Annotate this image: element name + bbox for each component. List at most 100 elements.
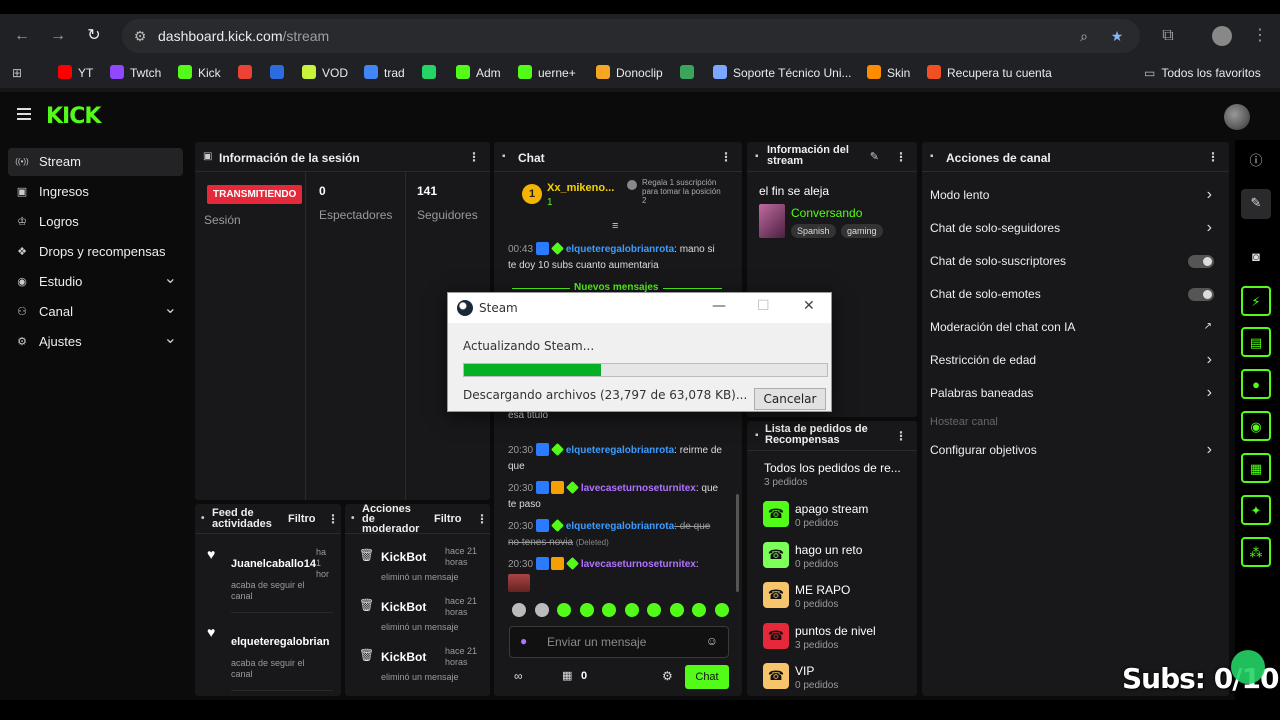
chat-bubble-icon[interactable]: ● <box>1241 369 1271 399</box>
emote-icon[interactable] <box>557 603 571 617</box>
chat-username[interactable]: lavecaseturnoseturnitex <box>581 483 696 494</box>
microphone-icon[interactable]: ● <box>520 634 527 648</box>
bookmark-item[interactable]: Donoclip <box>596 65 663 81</box>
bookmark-item[interactable]: Soporte Técnico Uni... <box>713 65 852 81</box>
all-favorites-folder[interactable]: ▭ Todos los favoritos <box>1144 65 1261 81</box>
toggle-switch[interactable] <box>1188 288 1214 301</box>
moderator-name[interactable]: KickBot <box>381 550 426 564</box>
notes-icon[interactable]: ▤ <box>1241 327 1271 357</box>
activity-filter-button[interactable]: Filtro <box>288 513 316 525</box>
wrench-icon[interactable]: ✦ <box>1241 495 1271 525</box>
address-bar[interactable]: ⚙ dashboard.kick.com/stream ⌕ ★ <box>122 19 1140 53</box>
shapes-icon[interactable]: ⁂ <box>1241 537 1271 567</box>
send-chat-button[interactable]: Chat <box>685 665 729 689</box>
more-options-icon[interactable]: ⋮ <box>895 429 907 443</box>
emote-icon[interactable] <box>602 603 616 617</box>
back-icon[interactable]: ← <box>12 26 32 46</box>
sidebar-item-ingresos[interactable]: ▣ Ingresos <box>8 178 183 206</box>
chat-scrollbar[interactable] <box>736 494 739 592</box>
emote-icon[interactable] <box>714 603 729 617</box>
steam-cancel-button[interactable]: Cancelar <box>754 388 826 410</box>
bookmark-item[interactable]: VOD <box>302 65 348 81</box>
chat-username[interactable]: lavecaseturnoseturnitex <box>581 559 696 570</box>
chat-username[interactable]: elqueteregalobrianrota <box>566 244 674 255</box>
menu-icon[interactable] <box>17 108 31 120</box>
lightning-icon[interactable]: ⚡ <box>1241 286 1271 316</box>
site-info-icon[interactable]: ⚙ <box>130 26 150 46</box>
bookmark-item[interactable]: Skin <box>867 65 910 81</box>
community-icon[interactable]: ∞ <box>514 669 523 683</box>
category-name[interactable]: Conversando <box>791 206 862 220</box>
chat-username[interactable]: elqueteregalobrianrota <box>566 521 674 532</box>
search-icon[interactable]: ⌕ <box>1074 26 1094 46</box>
category-thumbnail[interactable] <box>759 204 785 238</box>
bookmark-item[interactable] <box>238 65 258 81</box>
emote-icon[interactable] <box>669 603 684 617</box>
mod-filter-button[interactable]: Filtro <box>434 513 462 525</box>
layout-icon[interactable]: ▦ <box>1241 453 1271 483</box>
moderator-name[interactable]: KickBot <box>381 650 426 664</box>
emote-icon[interactable] <box>692 603 706 617</box>
sidebar-item-ajustes[interactable]: ⚙ Ajustes ⌄ <box>8 328 183 356</box>
bookmark-item[interactable] <box>270 65 290 81</box>
channel-action-moderaci-n-del-chat-con-ia[interactable]: Moderación del chat con IA ↗ <box>930 315 1220 339</box>
bookmark-item[interactable]: Twtch <box>110 65 161 81</box>
sidebar-item-logros[interactable]: ♔ Logros <box>8 208 183 236</box>
info-icon[interactable]: ⓘ <box>1241 147 1271 177</box>
more-options-icon[interactable]: ⋮ <box>895 150 907 164</box>
minimize-icon[interactable]: — <box>712 298 726 314</box>
user-avatar[interactable] <box>1224 104 1250 130</box>
channel-action-chat-de-solo-emotes[interactable]: Chat de solo-emotes <box>930 282 1220 306</box>
reward-name[interactable]: VIP <box>795 664 814 678</box>
bookmark-item[interactable]: Kick <box>178 65 221 81</box>
reward-name[interactable]: apago stream <box>795 502 868 516</box>
more-options-icon[interactable]: ⋮ <box>327 512 339 526</box>
emote-icon[interactable] <box>624 603 639 617</box>
kick-logo[interactable]: KICK <box>46 104 101 129</box>
toggle-switch[interactable] <box>1188 255 1214 268</box>
bookmark-item[interactable]: Adm <box>456 65 501 81</box>
bookmark-item[interactable]: Recupera tu cuenta <box>927 65 1052 81</box>
reload-icon[interactable]: ↻ <box>84 26 104 46</box>
chat-input[interactable]: ● Enviar un mensaje ☺ <box>509 626 729 658</box>
edit-pencil-icon[interactable]: ✎ <box>870 150 879 163</box>
reward-name[interactable]: hago un reto <box>795 543 862 557</box>
reward-name[interactable]: ME RAPO <box>795 583 850 597</box>
top-gifter-name[interactable]: Xx_mikeno... <box>547 182 614 194</box>
emote-icon[interactable] <box>647 603 661 617</box>
more-options-icon[interactable]: ⋮ <box>476 512 488 526</box>
browser-menu-icon[interactable]: ⋮ <box>1250 26 1270 46</box>
sidebar-item-stream[interactable]: ((•)) Stream <box>8 148 183 176</box>
bookmark-item[interactable]: YT <box>58 65 93 81</box>
tag-chip[interactable]: gaming <box>841 224 883 238</box>
extensions-icon[interactable]: ⧉ <box>1158 26 1178 46</box>
store-icon[interactable]: ▦ <box>562 669 572 682</box>
pinned-toggle-icon[interactable]: ≡ <box>612 220 618 232</box>
tag-chip[interactable]: Spanish <box>791 224 836 238</box>
emote-icon[interactable] <box>579 603 594 617</box>
chat-settings-icon[interactable]: ⚙ <box>662 669 673 683</box>
close-icon[interactable]: ✕ <box>803 298 815 314</box>
all-requests-label[interactable]: Todos los pedidos de re... <box>764 461 901 475</box>
more-options-icon[interactable]: ⋮ <box>468 150 480 164</box>
bookmark-item[interactable] <box>680 65 700 81</box>
channel-action-chat-de-solo-seguidores[interactable]: Chat de solo-seguidores › <box>930 216 1220 240</box>
activity-username[interactable]: elqueteregalobrian <box>231 636 331 648</box>
channel-action-chat-de-solo-suscriptores[interactable]: Chat de solo-suscriptores <box>930 249 1220 273</box>
reward-name[interactable]: puntos de nivel <box>795 624 876 638</box>
channel-action-configurar-objetivos[interactable]: Configurar objetivos › <box>930 438 1220 462</box>
more-options-icon[interactable]: ⋮ <box>1207 150 1219 164</box>
channel-action-palabras-baneadas[interactable]: Palabras baneadas › <box>930 381 1220 405</box>
more-options-icon[interactable]: ⋮ <box>720 150 732 164</box>
sidebar-item-estudio[interactable]: ◉ Estudio ⌄ <box>8 268 183 296</box>
bookmark-item[interactable]: uerne+ <box>518 65 576 81</box>
edit-icon[interactable]: ✎ <box>1241 189 1271 219</box>
broadcast-icon[interactable]: ◉ <box>1241 411 1271 441</box>
sidebar-item-drops[interactable]: ❖ Drops y recompensas <box>8 238 183 266</box>
forward-icon[interactable]: → <box>48 26 68 46</box>
channel-action-modo-lento[interactable]: Modo lento › <box>930 183 1220 207</box>
chat-username[interactable]: elqueteregalobrianrota <box>566 445 674 456</box>
channel-action-restricci-n-de-edad[interactable]: Restricción de edad › <box>930 348 1220 372</box>
sidebar-item-canal[interactable]: ⚇ Canal ⌄ <box>8 298 183 326</box>
emoji-icon[interactable]: ☺ <box>706 634 718 648</box>
